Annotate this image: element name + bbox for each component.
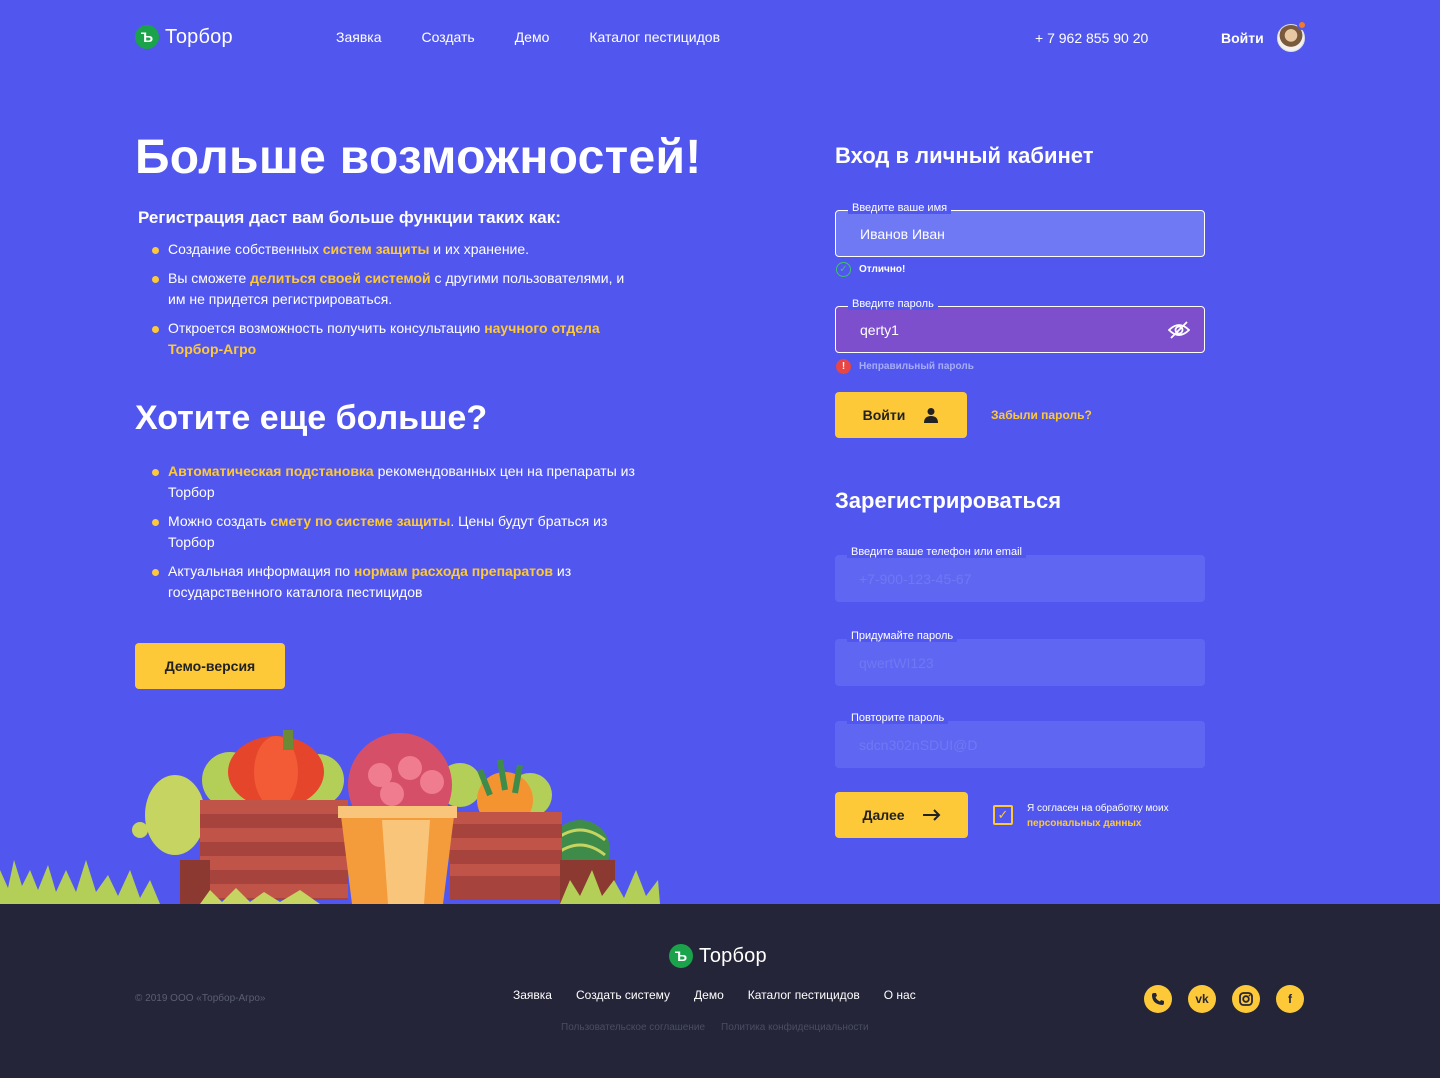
terms-link[interactable]: Пользовательское соглашение bbox=[561, 1022, 705, 1033]
facebook-icon[interactable]: f bbox=[1276, 985, 1304, 1013]
instagram-icon[interactable] bbox=[1232, 985, 1260, 1013]
footer: Ъ Торбор © 2019 ООО «Торбор-Агро» Заявка… bbox=[0, 904, 1440, 1078]
footer-logo-text: Торбор bbox=[699, 944, 767, 967]
footer-nav-demo[interactable]: Демо bbox=[694, 988, 724, 1002]
password-field[interactable]: Введите пароль bbox=[835, 298, 1205, 353]
footer-nav-request[interactable]: Заявка bbox=[513, 988, 552, 1002]
login-link[interactable]: Войти bbox=[1221, 30, 1264, 46]
social-links: vk f bbox=[1144, 985, 1304, 1013]
error-icon: ! bbox=[836, 359, 851, 374]
contact-field[interactable]: Введите ваше телефон или email bbox=[835, 546, 1205, 602]
new-password-field-label: Придумайте пароль bbox=[847, 630, 958, 642]
logo-text: Торбор bbox=[165, 25, 233, 48]
footer-nav-about[interactable]: О нас bbox=[884, 988, 916, 1002]
contact-input[interactable] bbox=[835, 555, 1205, 602]
feature-item: Можно создать смету по системе защиты. Ц… bbox=[152, 511, 642, 553]
logo-icon: Ъ bbox=[669, 944, 693, 968]
phone-icon[interactable] bbox=[1144, 985, 1172, 1013]
more-title: Хотите еще больше? bbox=[135, 399, 488, 437]
agree-text: Я согласен на обработку моих персональны… bbox=[1027, 803, 1169, 829]
agree-checkbox[interactable]: ✓ bbox=[993, 805, 1013, 825]
nav-item-request[interactable]: Заявка bbox=[336, 29, 381, 45]
more-features-list: Автоматическая подстановка рекомендованн… bbox=[152, 461, 642, 611]
personal-data-link[interactable]: персональных данных bbox=[1027, 818, 1142, 829]
new-password-input[interactable] bbox=[835, 639, 1205, 686]
privacy-link[interactable]: Политика конфиденциальности bbox=[721, 1022, 869, 1033]
nav-item-demo[interactable]: Демо bbox=[515, 29, 550, 45]
arrow-right-icon bbox=[922, 809, 940, 821]
next-button[interactable]: Далее bbox=[835, 792, 968, 838]
feature-item: Вы сможете делиться своей системой с дру… bbox=[152, 268, 642, 310]
repeat-password-field[interactable]: Повторите пароль bbox=[835, 712, 1205, 768]
name-input[interactable] bbox=[836, 211, 1204, 256]
eye-off-icon[interactable] bbox=[1168, 320, 1190, 340]
copyright: © 2019 ООО «Торбор-Агро» bbox=[135, 993, 266, 1004]
password-error-message: ! Неправильный пароль bbox=[836, 359, 974, 374]
demo-button[interactable]: Демо-версия bbox=[135, 643, 285, 689]
feature-item: Создание собственных систем защиты и их … bbox=[152, 239, 642, 260]
hero-title: Больше возможностей! bbox=[135, 131, 702, 184]
footer-nav: Заявка Создать систему Демо Каталог пест… bbox=[513, 988, 916, 1002]
contact-field-label: Введите ваше телефон или email bbox=[847, 546, 1026, 558]
footer-logo[interactable]: Ъ Торбор bbox=[669, 944, 767, 968]
login-title: Вход в личный кабинет bbox=[835, 143, 1094, 168]
check-circle-icon: ✓ bbox=[836, 262, 851, 277]
register-title: Зарегистрироваться bbox=[835, 488, 1062, 513]
logo[interactable]: Ъ Торбор bbox=[135, 25, 233, 49]
header: Ъ Торбор Заявка Создать Демо Каталог пес… bbox=[0, 0, 1440, 76]
harvest-illustration bbox=[0, 730, 660, 904]
user-icon bbox=[924, 408, 939, 423]
name-success-message: ✓ Отлично! bbox=[836, 262, 905, 277]
forgot-password-link[interactable]: Забыли пароль? bbox=[991, 408, 1092, 422]
login-button[interactable]: Войти bbox=[835, 392, 967, 438]
hero-subtitle: Регистрация даст вам больше функции таки… bbox=[138, 208, 561, 227]
password-field-label: Введите пароль bbox=[848, 298, 938, 310]
feature-item: Откроется возможность получить консульта… bbox=[152, 318, 642, 360]
new-password-field[interactable]: Придумайте пароль bbox=[835, 630, 1205, 686]
repeat-password-field-label: Повторите пароль bbox=[847, 712, 949, 724]
features-list: Создание собственных систем защиты и их … bbox=[152, 239, 642, 368]
feature-item: Актуальная информация по нормам расхода … bbox=[152, 561, 642, 603]
footer-nav-create-system[interactable]: Создать систему bbox=[576, 988, 670, 1002]
nav-item-create[interactable]: Создать bbox=[421, 29, 474, 45]
feature-item: Автоматическая подстановка рекомендованн… bbox=[152, 461, 642, 503]
nav-item-catalog[interactable]: Каталог пестицидов bbox=[589, 29, 720, 45]
footer-nav-catalog[interactable]: Каталог пестицидов bbox=[748, 988, 860, 1002]
phone-number[interactable]: + 7 962 855 90 20 bbox=[1035, 30, 1148, 46]
repeat-password-input[interactable] bbox=[835, 721, 1205, 768]
main-nav: Заявка Создать Демо Каталог пестицидов bbox=[336, 29, 720, 45]
legal-links: Пользовательское соглашение Политика кон… bbox=[561, 1022, 869, 1033]
vk-icon[interactable]: vk bbox=[1188, 985, 1216, 1013]
notification-dot bbox=[1297, 20, 1307, 30]
password-input[interactable] bbox=[836, 307, 1204, 352]
name-field[interactable]: Введите ваше имя bbox=[835, 202, 1205, 257]
logo-icon: Ъ bbox=[135, 25, 159, 49]
name-field-label: Введите ваше имя bbox=[848, 202, 952, 214]
